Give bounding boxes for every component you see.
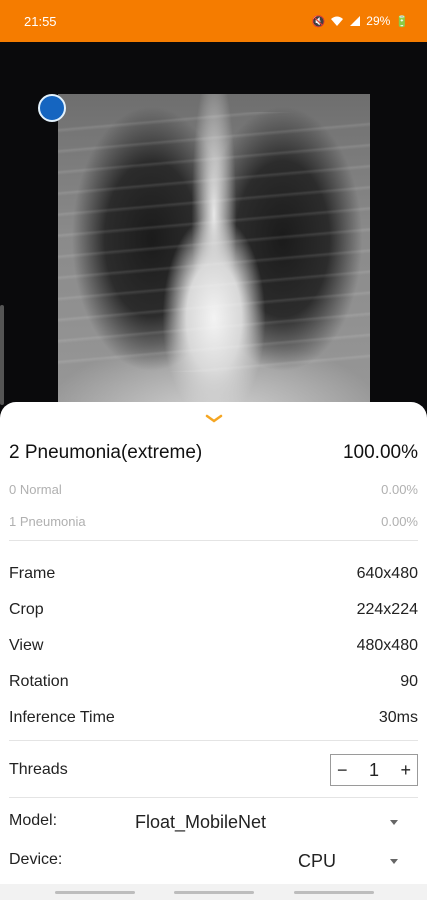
divider [9, 797, 418, 798]
app-logo-icon [38, 94, 66, 122]
divider [9, 540, 418, 541]
threads-value: 1 [368, 759, 379, 780]
device-label: Device: [9, 851, 63, 868]
signal-icon [350, 16, 361, 26]
model-dropdown-arrow-icon[interactable] [390, 820, 398, 825]
result-row: 0 Normal 0.00% [9, 482, 418, 497]
chevron-down-icon[interactable] [205, 414, 223, 424]
side-handle[interactable] [0, 305, 4, 405]
navigation-bar [0, 884, 427, 900]
result-row: 1 Pneumonia 0.00% [9, 514, 418, 529]
rotation-row: Rotation 90 [9, 673, 418, 691]
status-bar: 21:55 🔇 29% 🔋 [0, 0, 427, 42]
top-result-row: 2 Pneumonia(extreme) 100.00% [9, 442, 418, 464]
crop-value: 224x224 [356, 601, 418, 618]
device-row: Device: [9, 851, 418, 869]
divider [9, 740, 418, 741]
crop-row: Crop 224x224 [9, 601, 418, 619]
inference-time-row: Inference Time 30ms [9, 709, 418, 727]
nav-recent-button[interactable] [55, 891, 135, 894]
result-label: 1 Pneumonia [9, 514, 86, 529]
result-label: 0 Normal [9, 482, 62, 497]
view-label: View [9, 637, 44, 654]
xray-ribs-overlay [58, 112, 370, 372]
battery-percent: 29% [366, 14, 391, 28]
frame-row: Frame 640x480 [9, 565, 418, 583]
threads-minus-button[interactable]: − [337, 760, 348, 781]
inference-time-value: 30ms [378, 709, 418, 726]
status-icons: 🔇 29% 🔋 [312, 14, 409, 28]
inference-time-label: Inference Time [9, 709, 115, 726]
wifi-icon [331, 16, 344, 26]
mute-icon: 🔇 [311, 15, 326, 28]
view-value: 480x480 [356, 637, 418, 654]
frame-label: Frame [9, 565, 56, 582]
model-label: Model: [9, 812, 58, 829]
nav-back-button[interactable] [294, 891, 374, 894]
top-result-label: 2 Pneumonia(extreme) [9, 442, 203, 463]
bottom-sheet: 2 Pneumonia(extreme) 100.00% 0 Normal 0.… [0, 402, 427, 900]
device-dropdown-arrow-icon[interactable] [390, 859, 398, 864]
battery-saver-icon: 🔋 [395, 15, 409, 28]
threads-row: Threads − 1 + [9, 752, 418, 788]
crop-label: Crop [9, 601, 44, 618]
result-value: 0.00% [381, 514, 418, 529]
model-select[interactable]: Float_MobileNet [135, 812, 266, 833]
result-value: 0.00% [381, 482, 418, 497]
threads-label: Threads [9, 761, 68, 778]
frame-value: 640x480 [356, 565, 418, 582]
view-row: View 480x480 [9, 637, 418, 655]
nav-home-button[interactable] [174, 891, 254, 894]
rotation-value: 90 [400, 673, 418, 690]
top-result-value: 100.00% [342, 442, 418, 463]
camera-preview [0, 42, 427, 412]
device-select[interactable]: CPU [298, 851, 336, 872]
status-time: 21:55 [24, 13, 57, 29]
threads-stepper: − 1 + [330, 754, 418, 786]
threads-plus-button[interactable]: + [400, 760, 411, 781]
rotation-label: Rotation [9, 673, 69, 690]
